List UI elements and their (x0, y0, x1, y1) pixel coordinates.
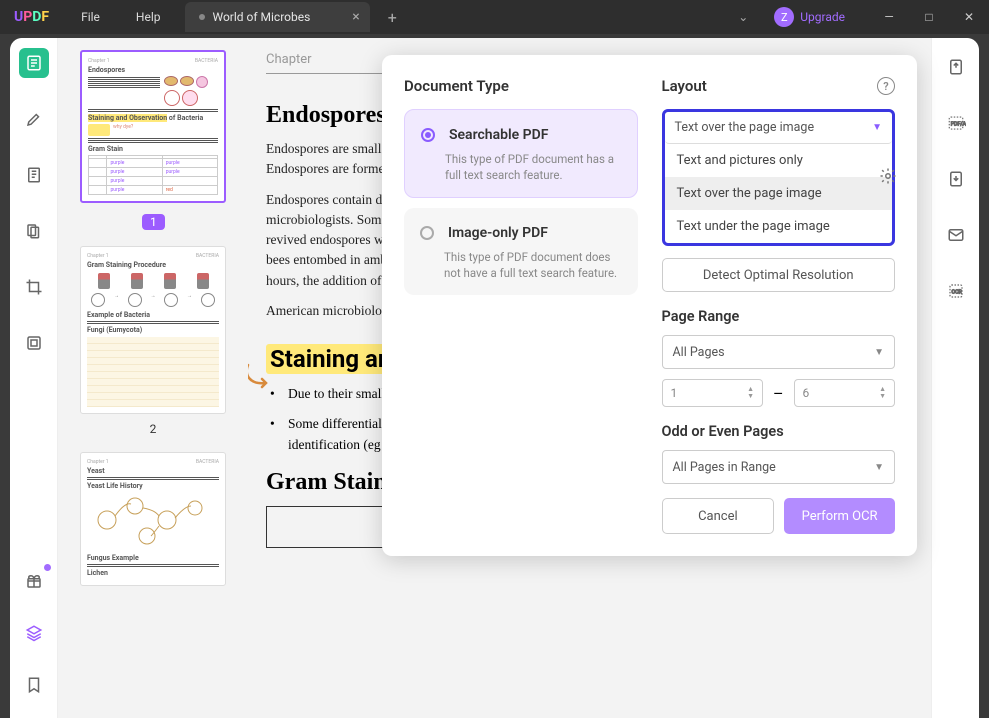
edit-tool[interactable] (19, 160, 49, 190)
bookmark-tool[interactable] (19, 670, 49, 700)
right-toolbar: PDF/A OCR (931, 38, 979, 718)
minimize-button[interactable]: — (869, 0, 909, 34)
pdfa-tool[interactable]: PDF/A (941, 108, 971, 138)
crop-tool[interactable] (19, 272, 49, 302)
document-tab[interactable]: World of Microbes × (185, 2, 370, 32)
document-type-title: Document Type (404, 77, 638, 95)
odd-even-select[interactable]: All Pages in Range ▼ (662, 450, 896, 484)
layout-section: Layout ? Text over the page image ▼ Text… (662, 77, 896, 534)
arrow-annotation-icon (248, 363, 272, 393)
layout-dropdown: Text over the page image ▼ Text and pict… (662, 109, 896, 246)
tab-title: World of Microbes (213, 10, 311, 24)
email-tool[interactable] (941, 220, 971, 250)
thumbnail-page-3[interactable]: Chapter 1BACTERIA Yeast Yeast Life Histo… (80, 452, 226, 586)
perform-ocr-button[interactable]: Perform OCR (784, 498, 895, 534)
tabs-overflow-icon[interactable]: ⌄ (722, 10, 764, 24)
radio-unselected-icon (420, 226, 434, 240)
organize-tool[interactable] (19, 216, 49, 246)
gear-icon[interactable] (873, 161, 903, 191)
odd-even-title: Odd or Even Pages (662, 423, 896, 440)
layout-option-text-over[interactable]: Text over the page image (665, 177, 893, 210)
maximize-button[interactable]: □ (909, 0, 949, 34)
range-to-input[interactable]: 6▲▼ (794, 379, 896, 407)
detect-resolution-button[interactable]: Detect Optimal Resolution (662, 258, 896, 292)
layers-tool[interactable] (19, 618, 49, 648)
page-range-inputs: 1▲▼ – 6▲▼ (662, 379, 896, 407)
user-avatar: Z (774, 7, 794, 27)
cancel-button[interactable]: Cancel (662, 498, 775, 534)
titlebar: UPDF File Help World of Microbes × + ⌄ Z… (0, 0, 989, 34)
tab-close-icon[interactable]: × (352, 9, 359, 25)
page-range-select[interactable]: All Pages ▼ (662, 335, 896, 369)
left-toolbar (10, 38, 58, 718)
menu-file[interactable]: File (63, 10, 118, 24)
caret-down-icon: ▼ (874, 462, 884, 473)
window-controls: — □ ✕ (869, 0, 989, 34)
ocr-panel: Document Type Searchable PDF This type o… (382, 55, 917, 556)
layout-option-text-under[interactable]: Text under the page image (665, 210, 893, 243)
thumbnail-panel: Chapter 1BACTERIA Endospores Staining an… (58, 38, 248, 718)
thumbnail-page-2[interactable]: Chapter 1BACTERIA Gram Staining Procedur… (80, 246, 226, 414)
share-tool[interactable] (941, 164, 971, 194)
range-dash: – (773, 384, 784, 403)
layout-option-text-pictures[interactable]: Text and pictures only (665, 144, 893, 177)
svg-text:PDF/A: PDF/A (950, 121, 965, 127)
export-tool[interactable] (941, 52, 971, 82)
spinner-icon[interactable]: ▲▼ (879, 386, 886, 400)
notification-dot-icon (44, 564, 51, 571)
new-tab-button[interactable]: + (380, 8, 405, 27)
redact-tool[interactable] (19, 328, 49, 358)
document-type-section: Document Type Searchable PDF This type o… (404, 77, 638, 534)
page-number-1: 1 (142, 214, 165, 230)
doctype-imageonly[interactable]: Image-only PDF This type of PDF document… (404, 208, 638, 295)
ocr-tool[interactable]: OCR (941, 276, 971, 306)
upgrade-label: Upgrade (800, 10, 845, 24)
help-icon[interactable]: ? (877, 77, 895, 95)
close-window-button[interactable]: ✕ (949, 0, 989, 34)
upgrade-button[interactable]: Z Upgrade (764, 5, 855, 29)
doctype-searchable[interactable]: Searchable PDF This type of PDF document… (404, 109, 638, 198)
thumbnail-page-1[interactable]: Chapter 1BACTERIA Endospores Staining an… (80, 50, 226, 203)
app-logo: UPDF (0, 9, 63, 25)
page-number-2: 2 (80, 422, 226, 436)
caret-down-icon: ▼ (874, 347, 884, 358)
reader-tool[interactable] (19, 48, 49, 78)
spinner-icon[interactable]: ▲▼ (747, 386, 754, 400)
radio-selected-icon (421, 128, 435, 142)
layout-select[interactable]: Text over the page image ▼ (665, 112, 893, 144)
tab-indicator-icon (199, 14, 205, 20)
gift-tool[interactable] (19, 566, 49, 596)
annotate-tool[interactable] (19, 104, 49, 134)
caret-down-icon: ▼ (872, 122, 882, 133)
svg-text:OCR: OCR (951, 289, 962, 295)
menu-help[interactable]: Help (118, 10, 179, 24)
layout-title: Layout ? (662, 77, 896, 95)
range-from-input[interactable]: 1▲▼ (662, 379, 764, 407)
page-range-title: Page Range (662, 308, 896, 325)
